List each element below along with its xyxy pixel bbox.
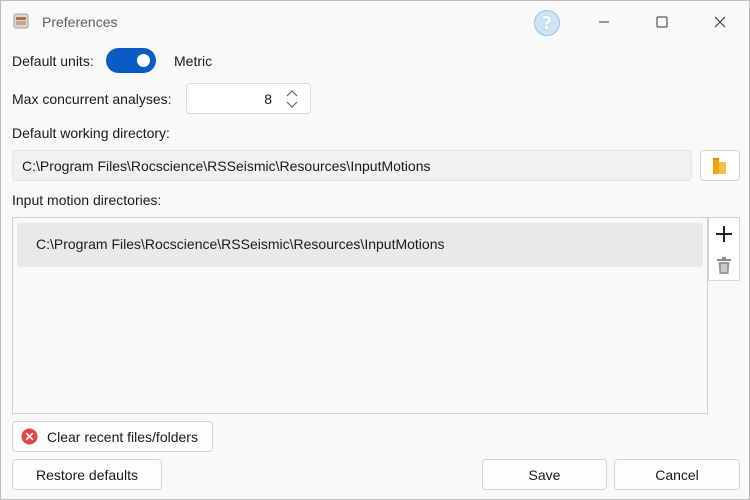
help-button[interactable]: ?	[534, 10, 560, 36]
minimize-button[interactable]	[581, 7, 627, 37]
clear-recent-label: Clear recent files/folders	[47, 428, 198, 445]
units-value: Metric	[174, 53, 213, 69]
close-circle-icon	[21, 428, 38, 445]
max-analyses-spinbox[interactable]: 8	[186, 83, 311, 114]
minimize-icon	[599, 21, 609, 23]
units-toggle[interactable]	[106, 48, 156, 73]
max-analyses-value: 8	[264, 91, 272, 107]
title-bar: Preferences ?	[1, 1, 749, 41]
toggle-knob	[137, 54, 150, 67]
plus-icon	[716, 225, 732, 242]
delete-directory-button[interactable]	[709, 250, 739, 281]
app-icon	[13, 13, 29, 29]
cancel-button[interactable]: Cancel	[614, 459, 740, 490]
working-dir-field[interactable]: C:\Program Files\Rocscience\RSSeismic\Re…	[12, 150, 692, 181]
working-dir-label: Default working directory:	[12, 125, 170, 141]
chevron-down-icon	[286, 101, 298, 108]
list-item[interactable]: C:\Program Files\Rocscience\RSSeismic\Re…	[17, 223, 703, 267]
list-toolbar	[708, 217, 740, 281]
working-dir-value: C:\Program Files\Rocscience\RSSeismic\Re…	[22, 158, 431, 174]
spin-up-button[interactable]	[284, 87, 300, 99]
list-item-label: C:\Program Files\Rocscience\RSSeismic\Re…	[36, 236, 445, 252]
trash-icon	[717, 256, 731, 274]
browse-folder-button[interactable]	[700, 150, 740, 181]
input-dirs-label: Input motion directories:	[12, 192, 162, 208]
close-icon	[714, 16, 726, 28]
folder-icon	[713, 157, 726, 174]
maximize-icon	[656, 16, 668, 28]
window-title: Preferences	[42, 14, 118, 30]
input-dirs-list[interactable]: C:\Program Files\Rocscience\RSSeismic\Re…	[12, 217, 708, 414]
clear-recent-button[interactable]: Clear recent files/folders	[12, 421, 213, 452]
save-button[interactable]: Save	[482, 459, 607, 490]
add-directory-button[interactable]	[709, 218, 739, 249]
close-button[interactable]	[697, 7, 743, 37]
chevron-up-icon	[286, 90, 298, 97]
max-analyses-label: Max concurrent analyses:	[12, 91, 172, 107]
units-label: Default units:	[12, 53, 94, 69]
maximize-button[interactable]	[639, 7, 685, 37]
preferences-window: Preferences ? Default units: Metric Max …	[0, 0, 750, 500]
spin-down-button[interactable]	[284, 99, 300, 111]
help-icon: ?	[541, 12, 553, 34]
restore-defaults-button[interactable]: Restore defaults	[12, 459, 162, 490]
